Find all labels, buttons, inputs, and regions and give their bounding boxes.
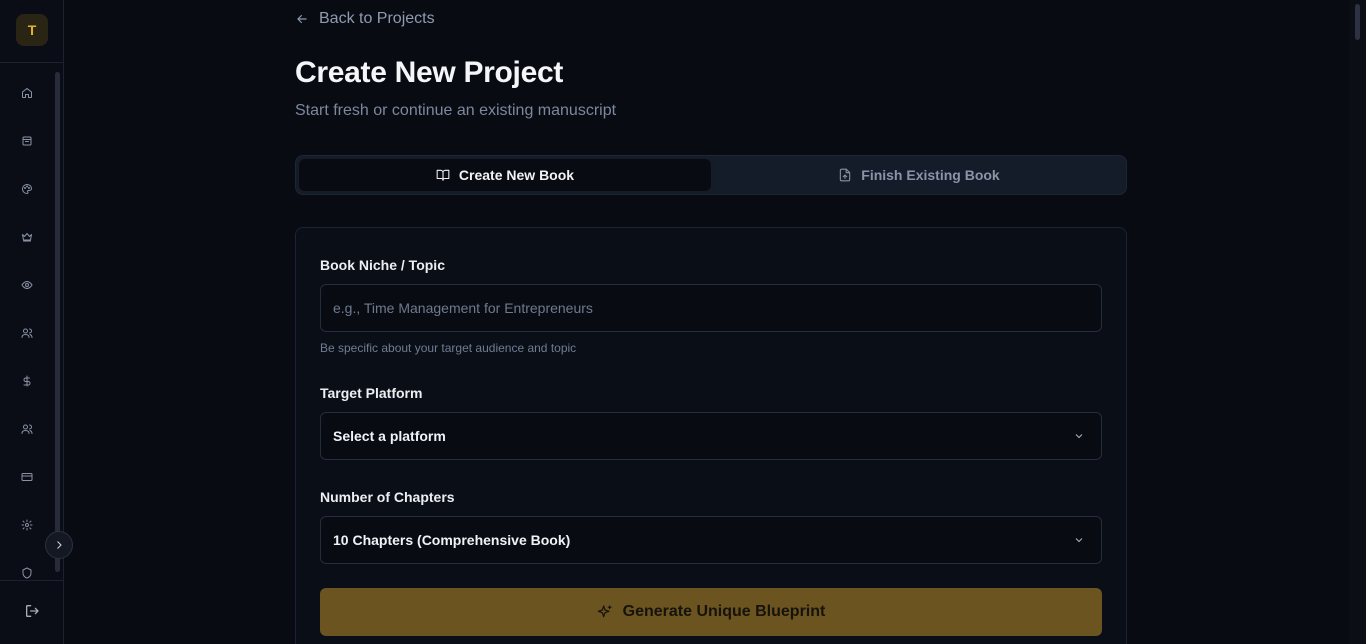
dollar-icon	[23, 375, 31, 387]
workspace-avatar-letter: T	[27, 22, 37, 38]
arrow-left-icon	[297, 14, 307, 24]
niche-input[interactable]: e.g., Time Management for Entrepreneurs	[320, 284, 1102, 332]
sidebar-scrollbar-thumb[interactable]	[55, 72, 60, 572]
home-icon	[22, 88, 32, 98]
chapters-select-value: 10 Chapters (Comprehensive Book)	[333, 532, 571, 548]
sidebar-item-team[interactable]	[17, 419, 37, 439]
app-root: T Back to Projects Create New Project St…	[0, 0, 1366, 644]
sidebar-item-home[interactable]	[17, 83, 37, 103]
box-icon	[22, 136, 32, 146]
logout-button[interactable]	[22, 601, 42, 621]
sparkles-icon	[597, 605, 612, 618]
project-mode-tabs: Create New Book Finish Existing Book	[295, 155, 1127, 195]
shield-icon	[22, 567, 32, 579]
platform-select[interactable]: Select a platform	[320, 412, 1102, 460]
sidebar-item-preview[interactable]	[17, 275, 37, 295]
generate-blueprint-button[interactable]: Generate Unique Blueprint	[320, 588, 1102, 636]
sidebar-item-payments[interactable]	[17, 467, 37, 487]
back-to-projects-link[interactable]: Back to Projects	[295, 9, 435, 29]
platform-label: Target Platform	[320, 385, 423, 401]
generate-button-label: Generate Unique Blueprint	[622, 603, 826, 620]
niche-label: Book Niche / Topic	[320, 257, 445, 273]
book-open-icon	[436, 169, 450, 181]
sidebar-collapse-button[interactable]	[45, 531, 73, 559]
workspace-avatar[interactable]: T	[16, 14, 48, 46]
tab-create-new-book[interactable]: Create New Book	[299, 159, 711, 191]
sidebar-divider	[0, 62, 63, 63]
chapters-label: Number of Chapters	[320, 489, 455, 505]
sidebar-divider	[0, 580, 63, 581]
tab-label: Finish Existing Book	[861, 167, 1000, 183]
chevron-right-icon	[57, 541, 62, 549]
team-icon	[21, 424, 33, 434]
sidebar-item-premium[interactable]	[17, 227, 37, 247]
platform-select-value: Select a platform	[333, 428, 446, 444]
niche-input-placeholder: e.g., Time Management for Entrepreneurs	[333, 300, 593, 316]
crown-icon	[22, 233, 32, 242]
sidebar-item-billing[interactable]	[17, 371, 37, 391]
tab-label: Create New Book	[458, 167, 575, 183]
chapters-select[interactable]: 10 Chapters (Comprehensive Book)	[320, 516, 1102, 564]
page-title: Create New Project	[295, 56, 564, 89]
page-scrollbar[interactable]	[1349, 0, 1366, 644]
users-icon	[21, 328, 33, 338]
page-scrollbar-thumb[interactable]	[1355, 4, 1360, 40]
niche-hint: Be specific about your target audience a…	[320, 341, 577, 355]
sidebar-item-products[interactable]	[17, 131, 37, 151]
sidebar-item-design[interactable]	[17, 179, 37, 199]
credit-card-icon	[21, 473, 33, 481]
sidebar-scrollbar[interactable]	[55, 72, 60, 572]
logout-icon	[26, 605, 39, 617]
chevron-down-icon	[1075, 538, 1083, 543]
eye-icon	[21, 281, 33, 289]
palette-icon	[22, 184, 32, 194]
file-upload-icon	[840, 168, 851, 182]
tab-finish-existing-book[interactable]: Finish Existing Book	[715, 159, 1123, 191]
chevron-down-icon	[1075, 434, 1083, 439]
sidebar-item-settings[interactable]	[17, 515, 37, 535]
back-link-label: Back to Projects	[319, 10, 435, 27]
sidebar-item-users[interactable]	[17, 323, 37, 343]
page-subtitle: Start fresh or continue an existing manu…	[295, 102, 617, 119]
gear-icon	[21, 519, 33, 531]
